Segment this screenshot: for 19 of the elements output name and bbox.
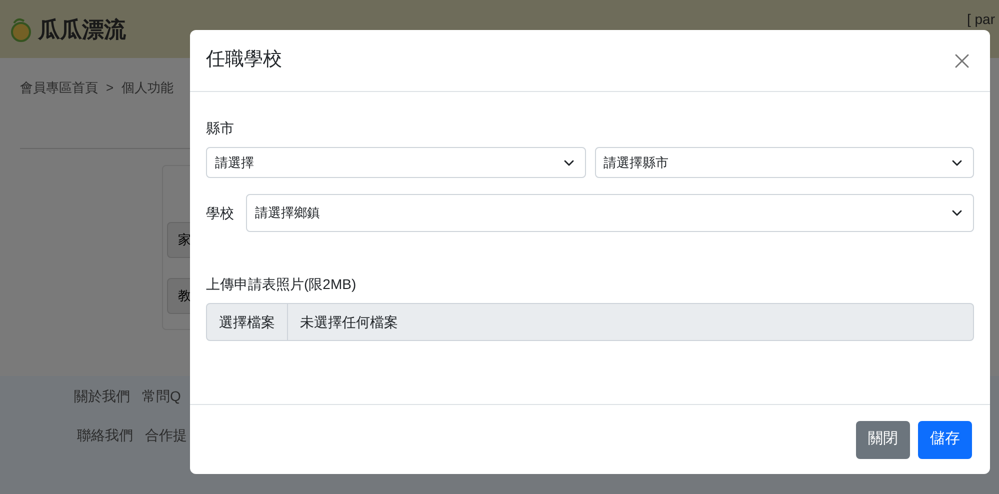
save-button[interactable]: 儲存	[918, 420, 972, 458]
file-input[interactable]: 選擇檔案 未選擇任何檔案	[206, 303, 974, 341]
select-field[interactable]: 請選擇縣市	[594, 147, 974, 178]
modal-title: 任職學校	[206, 48, 282, 72]
field-label: 學校	[206, 204, 234, 222]
breadcrumb-item[interactable]: 會員專區首頁	[20, 78, 98, 98]
footer-link[interactable]: 聯絡我們	[77, 425, 133, 446]
footer-link[interactable]: 合作提	[145, 425, 187, 446]
select-field[interactable]: 請選擇	[206, 147, 586, 178]
close-dialog-button[interactable]: 關閉	[856, 420, 910, 458]
field-label: 縣市	[206, 119, 235, 138]
footer-link[interactable]: 關於我們	[74, 386, 130, 407]
footer-link[interactable]: 常問Q	[142, 386, 181, 407]
user-name[interactable]: [ par	[966, 11, 995, 27]
field-label: 上傳申請表照片(限2MB)	[206, 275, 358, 294]
select-field[interactable]: 請選擇鄉鎮	[246, 194, 974, 232]
breadcrumb-item[interactable]: 個人功能	[122, 78, 174, 98]
logo-text: 瓜瓜漂流	[38, 16, 126, 44]
breadcrumb-item: >	[106, 79, 114, 97]
